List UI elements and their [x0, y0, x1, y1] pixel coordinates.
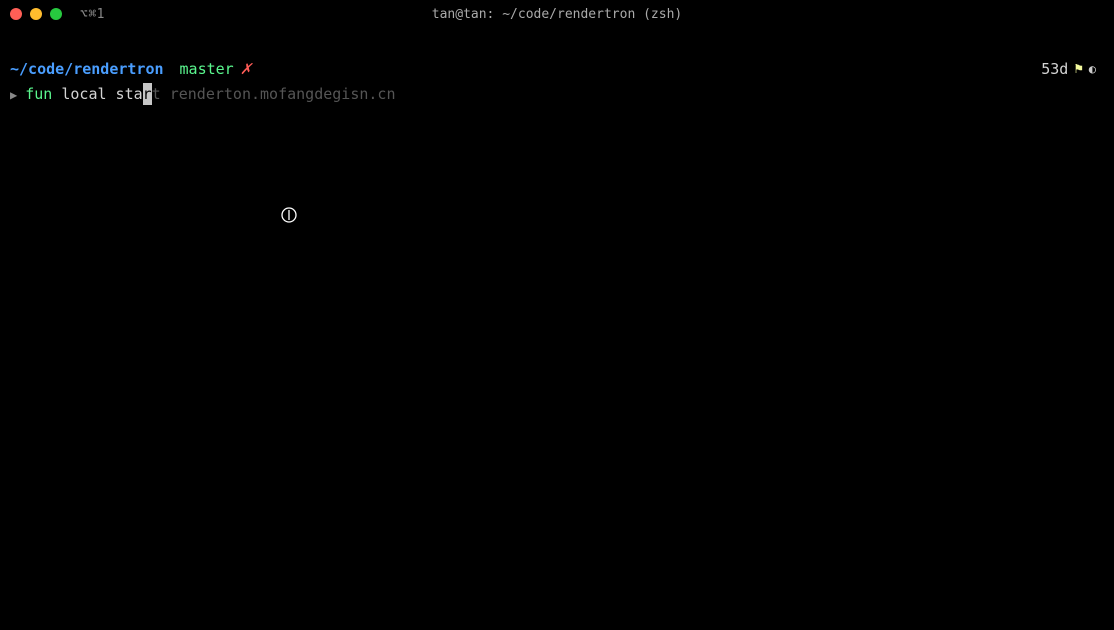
minimize-button[interactable] — [30, 8, 42, 20]
current-directory: ~/code/rendertron — [10, 58, 164, 81]
prompt-line: ~/code/rendertron master ✗ 53d ⚑ ◐ — [10, 58, 1104, 81]
prompt-left: ~/code/rendertron master ✗ — [10, 58, 252, 81]
traffic-lights — [10, 8, 62, 20]
git-branch: master — [180, 58, 234, 81]
command-autosuggestion: renderton.mofangdegisn.cn — [161, 85, 396, 103]
command-typed-before: local sta — [52, 85, 142, 103]
window-titlebar: ⌥⌘1 tan@tan: ~/code/rendertron (zsh) — [0, 0, 1114, 28]
command-line[interactable]: ▶ fun local start renderton.mofangdegisn… — [10, 83, 1104, 106]
close-button[interactable] — [10, 8, 22, 20]
prompt-symbol: ▶ — [10, 86, 17, 104]
command-typed-after: t — [152, 85, 161, 103]
tab-indicator: ⌥⌘1 — [80, 7, 105, 22]
maximize-button[interactable] — [50, 8, 62, 20]
mouse-text-cursor-icon — [280, 206, 298, 228]
flag-icon: ⚑ — [1074, 59, 1082, 80]
command-text: fun local start renderton.mofangdegisn.c… — [25, 83, 395, 106]
command-keyword: fun — [25, 85, 52, 103]
window-title: tan@tan: ~/code/rendertron (zsh) — [432, 7, 682, 22]
prompt-right: 53d ⚑ ◐ — [1041, 58, 1104, 81]
status-icon: ◐ — [1089, 60, 1096, 78]
commit-age: 53d — [1041, 58, 1068, 81]
git-dirty-marker: ✗ — [240, 58, 253, 81]
terminal-cursor: r — [143, 83, 152, 106]
terminal-body[interactable]: ~/code/rendertron master ✗ 53d ⚑ ◐ ▶ fun… — [0, 28, 1114, 115]
